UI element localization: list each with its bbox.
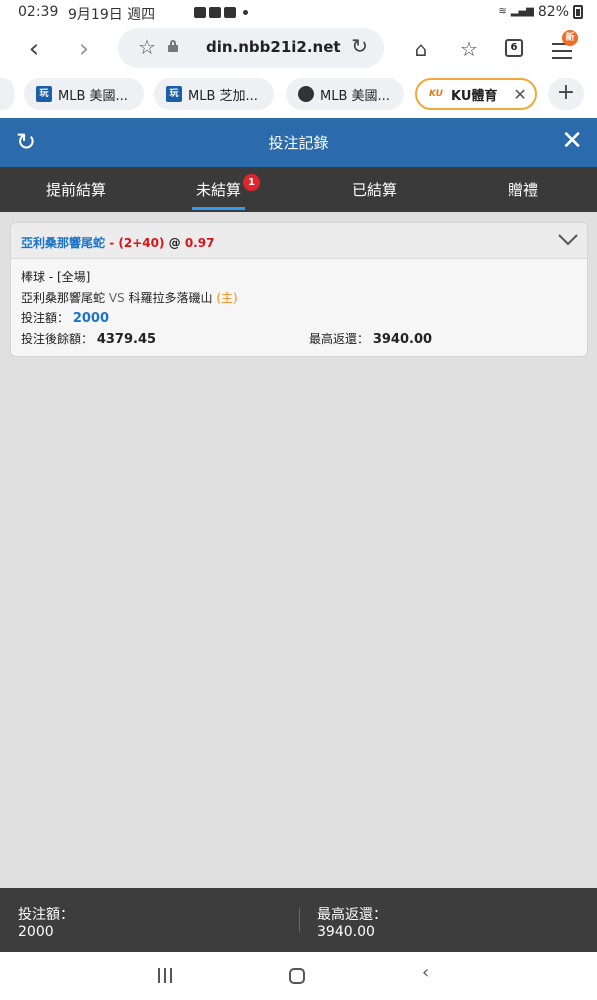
footer-stake-label: 投注額：	[18, 907, 74, 923]
recents-icon[interactable]	[158, 968, 172, 983]
browser-tab-3[interactable]: MLB 美國...	[286, 78, 404, 110]
url-text[interactable]: din.nbb21i2.net	[206, 38, 341, 56]
bet-balance: 投注後餘額： 4379.45	[21, 330, 156, 347]
address-bar[interactable]: ☆ din.nbb21i2.net ↻	[118, 28, 384, 68]
car-icon	[224, 7, 236, 18]
bet-list: 亞利桑那響尾蛇 - (2+40) @ 0.97 棒球 - [全場] 亞利桑那響尾…	[0, 212, 597, 888]
status-right: ≋ ▂▄▆ 82%	[498, 4, 583, 20]
bet-stake: 投注額： 2000	[21, 309, 109, 326]
close-tab-icon[interactable]: ✕	[513, 85, 526, 104]
sports-site-icon: 玩	[166, 86, 182, 102]
home-team: 亞利桑那響尾蛇	[21, 291, 106, 305]
footer-max-return-value: 3940.00	[317, 924, 375, 940]
app-header: ↻ 投注記錄 ✕	[0, 118, 597, 167]
sports-site-icon: 玩	[36, 86, 52, 102]
lock-icon	[168, 40, 178, 52]
battery-icon	[573, 5, 583, 19]
forward-icon[interactable]: ›	[68, 34, 100, 66]
tab-early-settle[interactable]: 提前結算	[46, 179, 106, 200]
browser-tab-active[interactable]: KU KU體育 ✕	[415, 78, 537, 110]
stake-label: 投注額：	[21, 311, 70, 325]
bet-at: @	[168, 236, 181, 250]
notification-icons	[194, 7, 248, 18]
bookmark-star-icon[interactable]: ☆	[138, 35, 156, 59]
tab-switcher-button[interactable]: 6	[505, 39, 523, 57]
tab-label: KU體育	[451, 88, 498, 104]
bookmarks-icon[interactable]: ☆	[454, 34, 484, 64]
new-tab-button[interactable]: +	[548, 78, 584, 110]
bet-odds: 0.97	[184, 236, 215, 250]
status-time: 02:39	[18, 4, 59, 20]
more-notifications-icon	[243, 10, 248, 15]
max-return-label: 最高返還：	[309, 332, 370, 346]
back-nav-icon[interactable]: ‹	[422, 962, 429, 983]
stake-value: 2000	[72, 311, 110, 326]
tab-label: MLB 美國...	[320, 88, 390, 104]
system-nav-bar: ‹	[0, 952, 597, 1000]
new-badge: 新	[562, 30, 578, 46]
battery-percent: 82%	[537, 4, 569, 20]
bet-sport: 棒球 - [全場]	[21, 270, 91, 284]
bet-match: 亞利桑那響尾蛇 VS 科羅拉多落磯山 (主)	[21, 289, 238, 306]
unsettled-count-badge: 1	[243, 174, 260, 191]
bet-selection: 亞利桑那響尾蛇 - (2+40) @ 0.97	[21, 234, 214, 251]
signal-icon: ▂▄▆	[510, 6, 534, 17]
vs-label: VS	[108, 291, 125, 305]
footer-stake: 投注額： 2000	[18, 904, 74, 940]
tab-unsettled[interactable]: 未結算	[191, 179, 246, 210]
chevron-down-icon[interactable]	[557, 231, 579, 247]
tab-label: MLB 芝加...	[188, 88, 258, 104]
tab-settled[interactable]: 已結算	[352, 179, 397, 200]
bet-card-header[interactable]: 亞利桑那響尾蛇 - (2+40) @ 0.97	[11, 223, 587, 259]
browser-toolbar: ‹ › ☆ din.nbb21i2.net ↻ ⌂ ☆ 6 新	[0, 26, 597, 74]
tab-label: MLB 美國...	[58, 88, 128, 104]
footer-divider	[299, 908, 300, 932]
bet-max-return: 最高返還： 3940.00	[309, 330, 432, 347]
tab-partial[interactable]	[0, 78, 14, 110]
away-team: 科羅拉多落磯山	[128, 291, 213, 305]
footer-stake-value: 2000	[18, 924, 54, 940]
tab-gifts[interactable]: 贈禮	[508, 179, 538, 200]
home-button-icon[interactable]	[289, 968, 305, 984]
back-icon[interactable]: ‹	[18, 34, 50, 66]
home-icon[interactable]: ⌂	[406, 34, 436, 64]
bet-card[interactable]: 亞利桑那響尾蛇 - (2+40) @ 0.97 棒球 - [全場] 亞利桑那響尾…	[10, 222, 588, 357]
browser-tab-1[interactable]: 玩 MLB 美國...	[24, 78, 144, 110]
tab-strip: 玩 MLB 美國... 玩 MLB 芝加... MLB 美國... KU KU體…	[0, 74, 597, 118]
browser-tab-2[interactable]: 玩 MLB 芝加...	[154, 78, 274, 110]
status-bar: 02:39 9月19日 週四 ≋ ▂▄▆ 82%	[0, 0, 597, 26]
max-return-value: 3940.00	[372, 332, 433, 347]
bet-handicap: - (2+40)	[109, 236, 165, 250]
helmet-icon	[298, 86, 314, 102]
footer-max-return: 最高返還： 3940.00	[317, 904, 387, 940]
home-tag: (主)	[216, 291, 238, 305]
wifi-icon: ≋	[498, 6, 507, 17]
balance-label: 投注後餘額：	[21, 332, 94, 346]
ku-logo-icon: KU	[427, 86, 445, 102]
bet-record-tabs: 提前結算 未結算 1 已結算 贈禮	[0, 167, 597, 212]
balance-value: 4379.45	[96, 332, 157, 347]
footer-max-return-label: 最高返還：	[317, 907, 387, 923]
reload-icon[interactable]: ↻	[351, 34, 368, 58]
summary-footer: 投注額： 2000 最高返還： 3940.00	[0, 888, 597, 952]
close-icon[interactable]: ✕	[561, 126, 583, 156]
youtube-icon	[209, 7, 221, 18]
bet-team: 亞利桑那響尾蛇	[21, 236, 106, 250]
page-title: 投注記錄	[268, 134, 329, 152]
gallery-icon	[194, 7, 206, 18]
status-date: 9月19日 週四	[68, 7, 156, 23]
